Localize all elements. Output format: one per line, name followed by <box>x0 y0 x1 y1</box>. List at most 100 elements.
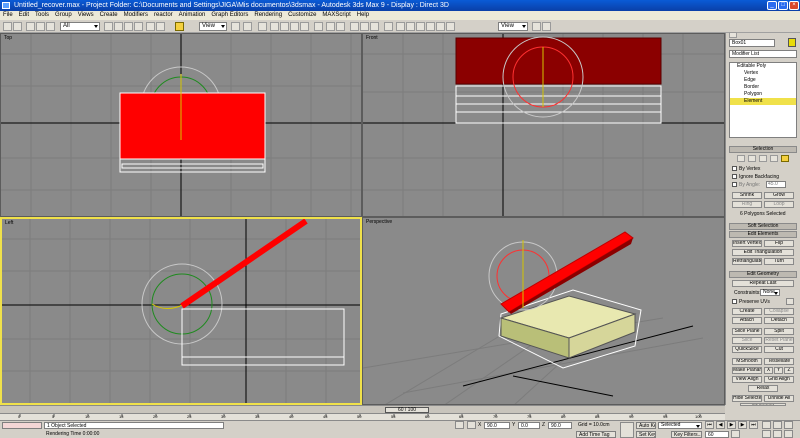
quick-render-icon[interactable] <box>416 22 425 31</box>
menu-rendering[interactable]: Rendering <box>254 11 282 20</box>
redo-icon[interactable] <box>13 22 22 31</box>
percent-snap-icon[interactable] <box>290 22 299 31</box>
object-color-swatch[interactable] <box>788 38 796 47</box>
planar-x-button[interactable]: X <box>764 367 773 374</box>
material-editor-icon[interactable] <box>384 22 393 31</box>
menu-file[interactable]: File <box>3 11 13 20</box>
bind-spacewarp-icon[interactable] <box>46 22 55 31</box>
planar-y-button[interactable]: Y <box>774 367 783 374</box>
viewport-front[interactable]: Front <box>362 33 725 217</box>
select-object-icon[interactable] <box>104 22 113 31</box>
edit-geometry-rollout-header[interactable]: Edit Geometry <box>729 271 797 278</box>
field-of-view-icon[interactable] <box>762 430 771 438</box>
msmooth-button[interactable]: MSmooth <box>732 358 762 365</box>
ignore-backfacing-checkbox[interactable] <box>732 174 737 179</box>
render-active-icon[interactable] <box>542 22 551 31</box>
menu-tools[interactable]: Tools <box>35 11 49 20</box>
time-config-icon[interactable] <box>731 430 740 438</box>
time-slider[interactable]: 60 / 100 <box>0 405 725 413</box>
menu-animation[interactable]: Animation <box>179 11 206 20</box>
create-tab-icon[interactable] <box>729 32 737 38</box>
select-manipulate-icon[interactable] <box>243 22 252 31</box>
curve-editor-icon[interactable] <box>360 22 369 31</box>
loop-button[interactable]: Loop <box>764 201 794 208</box>
pivot-center-icon[interactable] <box>231 22 240 31</box>
by-vertex-checkbox[interactable] <box>732 166 737 171</box>
render-production-icon[interactable] <box>532 22 541 31</box>
modifier-list-dropdown[interactable]: Modifier List <box>729 50 797 58</box>
zoom-all-icon[interactable] <box>773 421 782 429</box>
go-to-start-icon[interactable]: ⏮ <box>705 421 714 429</box>
view-align-button[interactable]: View Align <box>732 376 762 383</box>
selection-rollout-header[interactable]: Selection <box>729 146 797 153</box>
relax-button[interactable]: Relax <box>748 385 778 392</box>
tessellate-button[interactable]: Tessellate <box>764 358 794 365</box>
viewport-top[interactable]: Top <box>0 33 362 217</box>
schematic-view-icon[interactable] <box>370 22 379 31</box>
element-mode-icon[interactable] <box>781 155 789 162</box>
undo-icon[interactable] <box>3 22 12 31</box>
select-move-icon[interactable] <box>146 22 155 31</box>
pan-icon[interactable] <box>773 430 782 438</box>
preserve-uvs-checkbox[interactable] <box>732 299 737 304</box>
play-icon[interactable]: ▶ <box>727 421 736 429</box>
key-icon[interactable] <box>620 422 634 438</box>
spinner-snap-icon[interactable] <box>300 22 309 31</box>
snaps-toggle-icon[interactable] <box>270 22 279 31</box>
constraints-dropdown[interactable]: None <box>760 289 780 296</box>
slice-button[interactable]: Slice <box>732 337 762 344</box>
quickslice-button[interactable]: QuickSlice <box>732 346 762 353</box>
unhide-all-button[interactable]: Unhide All <box>764 395 794 402</box>
menu-create[interactable]: Create <box>100 11 118 20</box>
split-button[interactable]: Split <box>764 328 794 335</box>
stack-item-polygon[interactable]: Polygon <box>730 91 796 98</box>
render-type-icon[interactable] <box>426 22 435 31</box>
stack-item-vertex[interactable]: Vertex <box>730 70 796 77</box>
lock-selection-icon[interactable] <box>455 421 464 429</box>
menu-maxscript[interactable]: MAXScript <box>322 11 350 20</box>
polygon-mode-icon[interactable] <box>770 155 778 162</box>
add-time-tag-button[interactable]: Add Time Tag <box>576 431 616 438</box>
stack-item-editable-poly[interactable]: Editable Poly <box>730 63 796 70</box>
edit-triangulation-button[interactable]: Edit Triangulation <box>732 249 794 256</box>
turn-button[interactable]: Turn <box>764 258 794 265</box>
viewport-perspective[interactable]: Perspective <box>362 217 725 405</box>
make-planar-button[interactable]: Make Planar <box>732 367 762 374</box>
key-mode-dropdown[interactable]: Selected <box>658 422 702 429</box>
edge-mode-icon[interactable] <box>748 155 756 162</box>
zoom-extents-icon[interactable] <box>784 421 793 429</box>
link-icon[interactable] <box>26 22 35 31</box>
close-button[interactable]: × <box>789 1 799 10</box>
reset-plane-button[interactable]: Reset Plane <box>764 337 794 344</box>
maximize-button[interactable]: □ <box>778 1 788 10</box>
select-rotate-icon[interactable] <box>156 22 165 31</box>
keyboard-shortcut-icon[interactable] <box>258 22 267 31</box>
hide-unselected-button[interactable]: Hide Unselected <box>740 403 786 406</box>
render-frame-icon[interactable] <box>406 22 415 31</box>
mirror-icon[interactable] <box>326 22 335 31</box>
menu-help[interactable]: Help <box>357 11 369 20</box>
maxscript-listener-field[interactable] <box>2 422 42 429</box>
vertex-mode-icon[interactable] <box>737 155 745 162</box>
slice-plane-button[interactable]: Slice Plane <box>732 328 762 335</box>
key-filters-button[interactable]: Key Filters... <box>671 431 702 438</box>
current-frame-field[interactable]: 60 <box>705 431 729 438</box>
edit-elements-rollout-header[interactable]: Edit Elements <box>729 231 797 238</box>
soft-selection-rollout-header[interactable]: Soft Selection <box>729 223 797 230</box>
border-mode-icon[interactable] <box>759 155 767 162</box>
cut-button[interactable]: Cut <box>764 346 794 353</box>
attach-button[interactable]: Attach <box>732 317 762 324</box>
arc-rotate-icon[interactable] <box>784 430 793 438</box>
stack-item-element[interactable]: Element <box>730 98 796 105</box>
window-crossing-icon[interactable] <box>134 22 143 31</box>
menu-group[interactable]: Group <box>55 11 72 20</box>
selection-filter-dropdown[interactable]: All <box>60 22 100 31</box>
menu-customize[interactable]: Customize <box>288 11 316 20</box>
reference-coordinate-dropdown[interactable]: View <box>199 22 227 31</box>
named-selection-icon[interactable] <box>314 22 323 31</box>
go-to-end-icon[interactable]: ⏭ <box>749 421 758 429</box>
unlink-icon[interactable] <box>36 22 45 31</box>
menu-graph-editors[interactable]: Graph Editors <box>211 11 248 20</box>
track-bar[interactable]: 0 5 10 15 20 25 30 35 40 45 50 55 60 65 … <box>0 413 725 420</box>
render-view-dropdown[interactable]: View <box>498 22 528 31</box>
